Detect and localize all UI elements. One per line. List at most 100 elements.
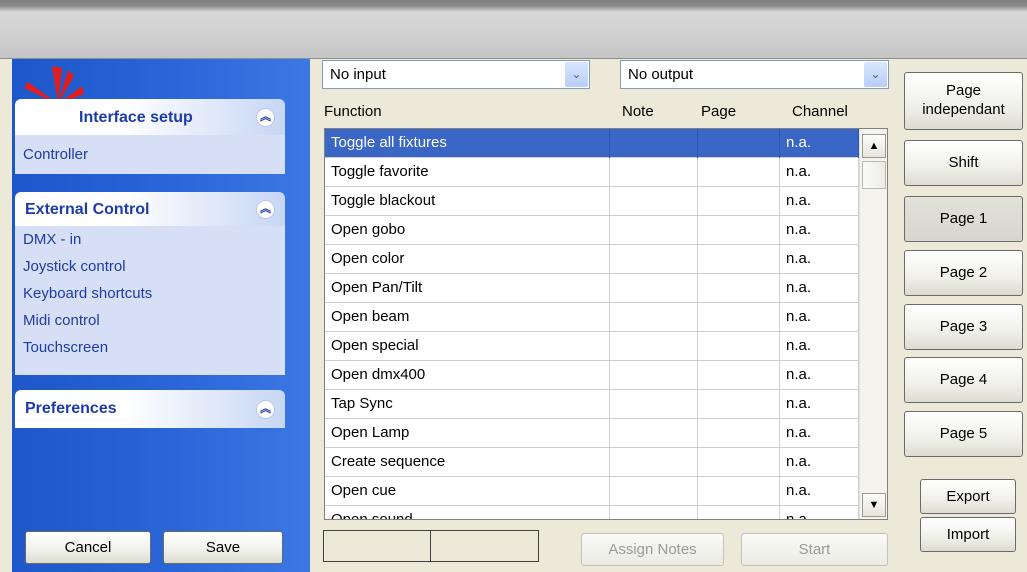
channel-cell: n.a. bbox=[780, 158, 859, 187]
function-cell: Toggle favorite bbox=[325, 158, 610, 187]
page-cell bbox=[698, 448, 780, 477]
assign-notes-button[interactable]: Assign Notes bbox=[581, 533, 724, 566]
note-cell bbox=[610, 303, 698, 332]
function-cell: Open special bbox=[325, 332, 610, 361]
table-row[interactable]: Open Pan/Tilt n.a. bbox=[325, 274, 859, 303]
column-header-function: Function bbox=[324, 103, 382, 120]
function-cell: Create sequence bbox=[325, 448, 610, 477]
vertical-scrollbar[interactable]: ▲ ▼ bbox=[859, 129, 887, 519]
note-cell bbox=[610, 419, 698, 448]
start-button[interactable]: Start bbox=[741, 533, 888, 566]
preferences-header[interactable]: Preferences ︽ bbox=[15, 390, 285, 428]
scroll-thumb[interactable] bbox=[862, 161, 886, 189]
table-row[interactable]: Open beam n.a. bbox=[325, 303, 859, 332]
external-control-items: DMX - in Joystick control Keyboard short… bbox=[15, 226, 285, 375]
column-header-note: Note bbox=[622, 103, 654, 120]
import-button[interactable]: Import bbox=[920, 517, 1016, 552]
external-control-title: External Control bbox=[25, 201, 150, 218]
interface-setup-header[interactable]: Interface setup ︽ bbox=[15, 99, 285, 135]
page-cell bbox=[698, 419, 780, 448]
interface-setup-title: Interface setup bbox=[79, 109, 193, 126]
save-button[interactable]: Save bbox=[163, 531, 283, 564]
page-5-button[interactable]: Page 5 bbox=[904, 411, 1023, 457]
shift-button[interactable]: Shift bbox=[904, 140, 1023, 186]
channel-cell: n.a. bbox=[780, 390, 859, 419]
note-cell bbox=[610, 448, 698, 477]
sidebar-item-controller[interactable]: Controller bbox=[23, 141, 285, 168]
page-cell bbox=[698, 390, 780, 419]
preferences-title: Preferences bbox=[25, 400, 117, 417]
channel-cell: n.a. bbox=[780, 129, 859, 158]
function-cell: Toggle all fixtures bbox=[325, 129, 610, 158]
chevron-down-icon[interactable]: ⌄ bbox=[864, 62, 887, 87]
window-title-bar bbox=[0, 0, 1027, 58]
table-row[interactable]: Open cue n.a. bbox=[325, 477, 859, 506]
scroll-down-icon[interactable]: ▼ bbox=[862, 493, 886, 517]
chevron-down-icon[interactable]: ⌄ bbox=[565, 62, 588, 87]
function-cell: Open color bbox=[325, 245, 610, 274]
table-row[interactable]: Open color n.a. bbox=[325, 245, 859, 274]
status-divider bbox=[430, 531, 431, 561]
input-select[interactable]: No input ⌄ bbox=[322, 60, 590, 89]
sidebar-item-touchscreen[interactable]: Touchscreen bbox=[23, 334, 285, 361]
function-table: Open sound n.a. Open cue n.a. Create sequenc… bbox=[324, 128, 888, 520]
channel-cell: n.a. bbox=[780, 506, 859, 519]
table-row[interactable]: Open special n.a. bbox=[325, 332, 859, 361]
note-cell bbox=[610, 506, 698, 519]
page-cell bbox=[698, 477, 780, 506]
collapse-icon[interactable]: ︽ bbox=[256, 400, 275, 419]
page-cell bbox=[698, 129, 780, 158]
cancel-button[interactable]: Cancel bbox=[25, 531, 151, 564]
external-control-header[interactable]: External Control ︽ bbox=[15, 192, 285, 226]
column-header-page: Page bbox=[701, 103, 737, 120]
scroll-up-icon[interactable]: ▲ bbox=[862, 134, 886, 158]
table-row[interactable]: Toggle favorite n.a. bbox=[325, 158, 859, 187]
page-cell bbox=[698, 361, 780, 390]
table-row[interactable]: Toggle all fixtures n.a. bbox=[325, 129, 859, 158]
page-4-button[interactable]: Page 4 bbox=[904, 357, 1023, 403]
note-cell bbox=[610, 390, 698, 419]
function-cell: Open Pan/Tilt bbox=[325, 274, 610, 303]
export-button[interactable]: Export bbox=[920, 479, 1016, 514]
interface-setup-items: Controller bbox=[15, 135, 285, 174]
external-control-group: External Control ︽ DMX - in Joystick con… bbox=[15, 192, 285, 375]
channel-cell: n.a. bbox=[780, 448, 859, 477]
channel-cell: n.a. bbox=[780, 274, 859, 303]
status-box bbox=[323, 530, 539, 562]
sidebar-item-keyboard-shortcuts[interactable]: Keyboard shortcuts bbox=[23, 280, 285, 307]
note-cell bbox=[610, 274, 698, 303]
function-cell: Open beam bbox=[325, 303, 610, 332]
note-cell bbox=[610, 477, 698, 506]
function-cell: Toggle blackout bbox=[325, 187, 610, 216]
collapse-icon[interactable]: ︽ bbox=[256, 108, 275, 127]
page-cell bbox=[698, 216, 780, 245]
note-cell bbox=[610, 158, 698, 187]
channel-cell: n.a. bbox=[780, 216, 859, 245]
page-2-button[interactable]: Page 2 bbox=[904, 250, 1023, 296]
table-row[interactable]: Open gobo n.a. bbox=[325, 216, 859, 245]
channel-cell: n.a. bbox=[780, 303, 859, 332]
function-cell: Open cue bbox=[325, 477, 610, 506]
function-cell: Open sound bbox=[325, 506, 610, 519]
interface-setup-group: Interface setup ︽ Controller bbox=[15, 99, 285, 174]
sidebar-item-joystick-control[interactable]: Joystick control bbox=[23, 253, 285, 280]
page-cell bbox=[698, 332, 780, 361]
note-cell bbox=[610, 361, 698, 390]
channel-cell: n.a. bbox=[780, 361, 859, 390]
page-independant-button[interactable]: Page independant bbox=[904, 72, 1023, 130]
output-select[interactable]: No output ⌄ bbox=[620, 60, 889, 89]
table-row[interactable]: Create sequence n.a. bbox=[325, 448, 859, 477]
table-row[interactable]: Open Lamp n.a. bbox=[325, 419, 859, 448]
collapse-icon[interactable]: ︽ bbox=[256, 200, 275, 219]
sidebar-item-midi-control[interactable]: Midi control bbox=[23, 307, 285, 334]
table-row[interactable]: Open dmx400 n.a. bbox=[325, 361, 859, 390]
page-1-button[interactable]: Page 1 bbox=[904, 196, 1023, 242]
page-3-button[interactable]: Page 3 bbox=[904, 304, 1023, 350]
sidebar-item-dmx-in[interactable]: DMX - in bbox=[23, 226, 285, 253]
column-header-channel: Channel bbox=[792, 103, 848, 120]
preferences-group: Preferences ︽ bbox=[15, 390, 285, 428]
table-row[interactable]: Open sound n.a. bbox=[325, 506, 859, 519]
table-row[interactable]: Toggle blackout n.a. bbox=[325, 187, 859, 216]
table-row[interactable]: Tap Sync n.a. bbox=[325, 390, 859, 419]
page-cell bbox=[698, 158, 780, 187]
